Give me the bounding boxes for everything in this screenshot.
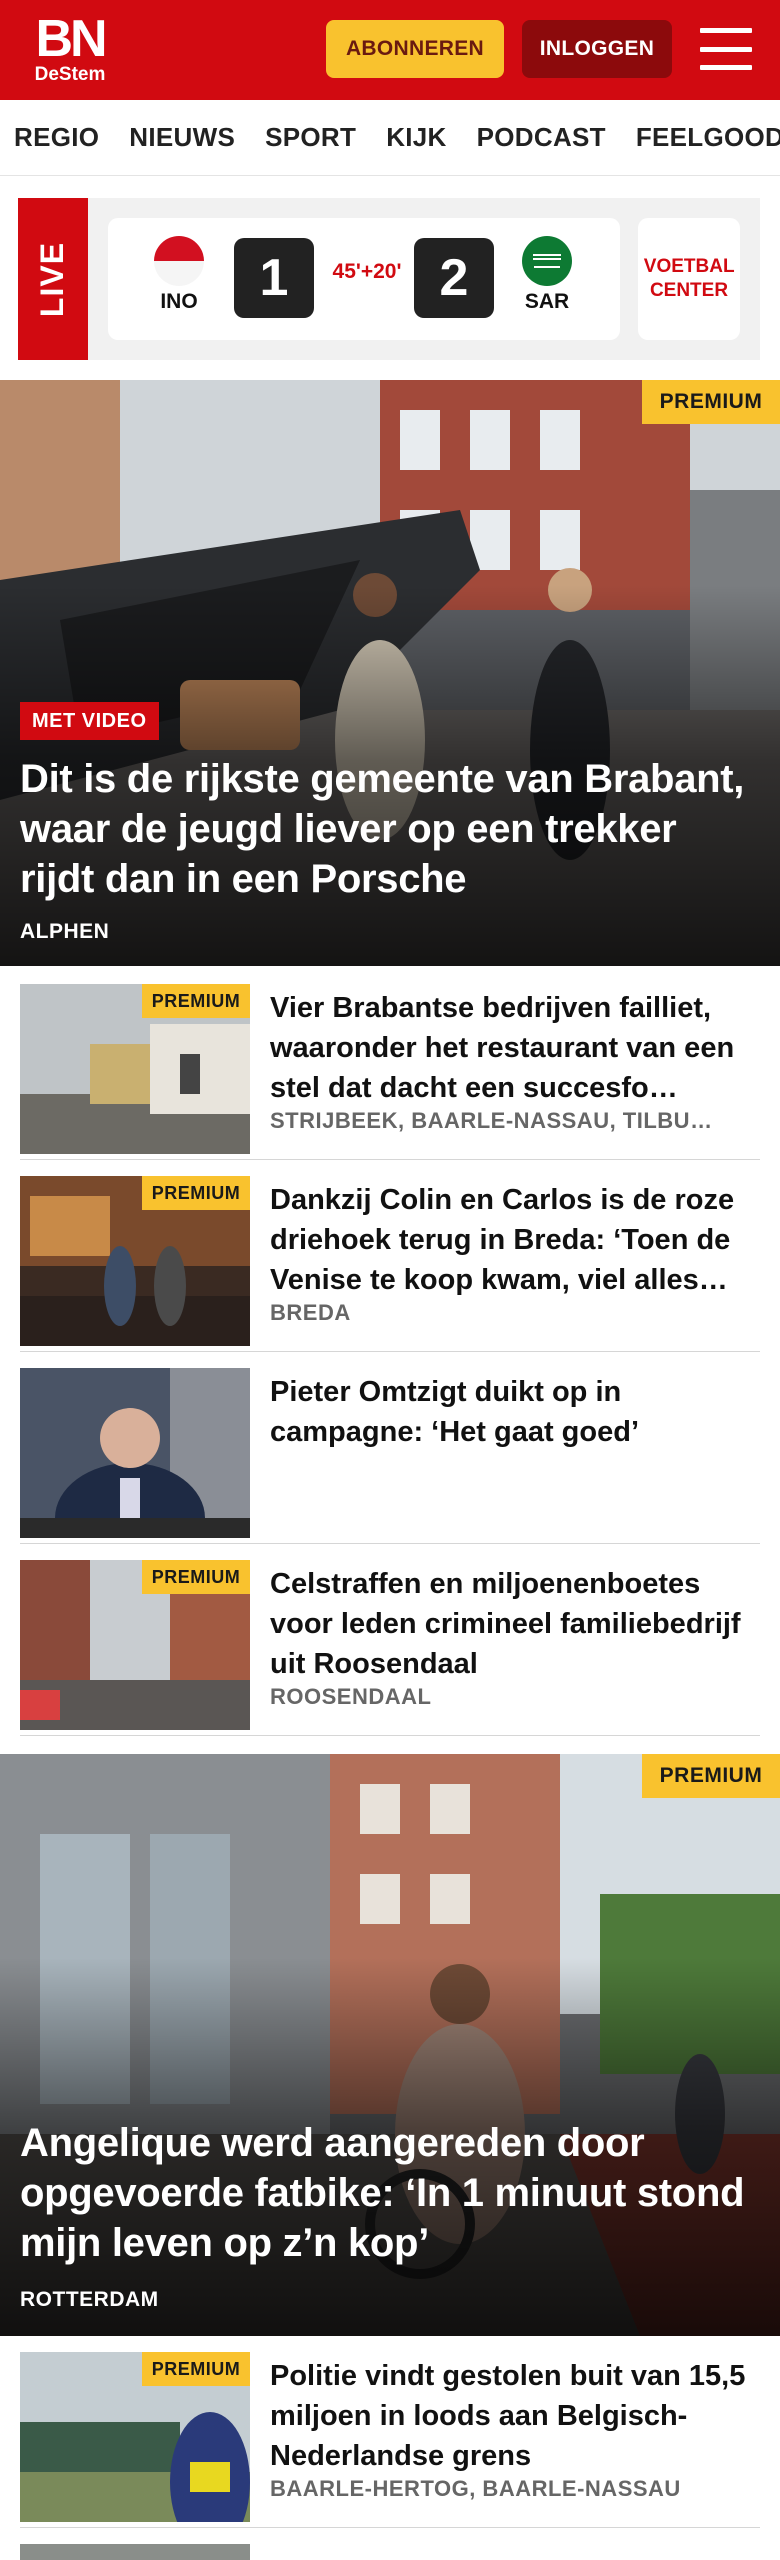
away-team: SAR [512, 236, 582, 314]
premium-badge: PREMIUM [642, 1754, 780, 1798]
article-item-partial[interactable] [20, 2528, 760, 2560]
nav-item-kijk[interactable]: KIJK [386, 122, 446, 153]
site-header: BN DeStem ABONNEREN INLOGGEN [0, 0, 780, 100]
article-item[interactable]: PREMIUM Celstraffen en miljoenenboetes v… [20, 1544, 760, 1736]
nav-item-feelgood[interactable]: FEELGOOD [636, 122, 780, 153]
article-thumbnail [20, 1368, 250, 1538]
saudi-arabia-flag-icon [522, 236, 572, 286]
article-thumbnail: PREMIUM [20, 1560, 250, 1730]
hero-article-2[interactable]: PREMIUM Angelique werd aangereden door o… [0, 1754, 780, 2336]
away-score: 2 [414, 238, 494, 318]
article-item[interactable]: PREMIUM Dankzij Colin en Carlos is de ro… [20, 1160, 760, 1352]
indonesia-flag-icon [154, 236, 204, 286]
nav-item-sport[interactable]: SPORT [265, 122, 356, 153]
article-thumbnail: PREMIUM [20, 984, 250, 1154]
live-score-bar: LIVE INO 1 45'+20' 2 SAR VOETBAL CENTER [18, 198, 760, 360]
premium-badge: PREMIUM [142, 984, 250, 1018]
article-location: BREDA [270, 1300, 351, 1325]
menu-bar [700, 65, 752, 70]
site-logo[interactable]: BN DeStem [30, 10, 110, 85]
article-thumbnail [20, 2544, 250, 2560]
scoreboard[interactable]: INO 1 45'+20' 2 SAR [108, 218, 620, 340]
article-location: ROOSENDAAL [270, 1684, 432, 1709]
home-team-code: INO [160, 290, 198, 313]
article-location: BAARLE-HERTOG, BAARLE-NASSAU [270, 2476, 681, 2501]
section-nav: REGIO NIEUWS SPORT KIJK PODCAST FEELGOOD [0, 100, 780, 176]
hero-title-2[interactable]: Angelique werd aangereden door opgevoerd… [20, 2118, 756, 2268]
article-item[interactable]: PREMIUM Vier Brabantse bedrijven faillie… [20, 968, 760, 1160]
nav-item-podcast[interactable]: PODCAST [477, 122, 606, 153]
article-item[interactable]: Pieter Omtzigt duikt op in campagne: ‘He… [20, 1352, 760, 1544]
away-team-code: SAR [524, 290, 570, 313]
article-location: STRIJBEEK, BAARLE-NASSAU, TILBU… [270, 1108, 713, 1133]
match-time: 45'+20' [332, 260, 402, 283]
article-title[interactable]: Politie vindt gestolen buit van 15,5 mil… [270, 2356, 760, 2476]
menu-bar [700, 46, 752, 52]
video-badge: MET VIDEO [20, 702, 159, 740]
home-score: 1 [234, 238, 314, 318]
nav-item-nieuws[interactable]: NIEUWS [129, 122, 235, 153]
live-tag: LIVE [18, 198, 88, 360]
article-thumbnail: PREMIUM [20, 2352, 250, 2522]
article-title[interactable]: Dankzij Colin en Carlos is de roze drieh… [270, 1180, 760, 1300]
premium-badge: PREMIUM [642, 380, 780, 424]
login-button[interactable]: INLOGGEN [522, 20, 672, 78]
logo-main-text: BN [35, 10, 107, 68]
article-thumbnail: PREMIUM [20, 1176, 250, 1346]
live-label: LIVE [34, 241, 71, 317]
premium-badge: PREMIUM [142, 2352, 250, 2386]
article-title[interactable]: Pieter Omtzigt duikt op in campagne: ‘He… [270, 1372, 760, 1452]
hamburger-menu-icon[interactable] [700, 26, 752, 72]
article-title[interactable]: Vier Brabantse bedrijven failliet, waaro… [270, 988, 760, 1108]
menu-bar [700, 28, 752, 33]
hero-title-1[interactable]: Dit is de rijkste gemeente van Brabant, … [20, 754, 756, 904]
logo-sub-text: DeStem [34, 64, 106, 85]
hero-location-2: ROTTERDAM [20, 2288, 159, 2311]
hero-article-1[interactable]: PREMIUM MET VIDEO Dit is de rijkste geme… [0, 380, 780, 966]
voetbal-center-link[interactable]: VOETBAL CENTER [638, 218, 740, 340]
premium-badge: PREMIUM [142, 1560, 250, 1594]
subscribe-button[interactable]: ABONNEREN [326, 20, 504, 78]
hero-location-1: ALPHEN [20, 920, 110, 943]
nav-item-regio[interactable]: REGIO [14, 122, 99, 153]
premium-badge: PREMIUM [142, 1176, 250, 1210]
home-team: INO [144, 236, 214, 314]
article-title[interactable]: Celstraffen en miljoenenboetes voor lede… [270, 1564, 760, 1684]
article-item[interactable]: PREMIUM Politie vindt gestolen buit van … [20, 2336, 760, 2528]
